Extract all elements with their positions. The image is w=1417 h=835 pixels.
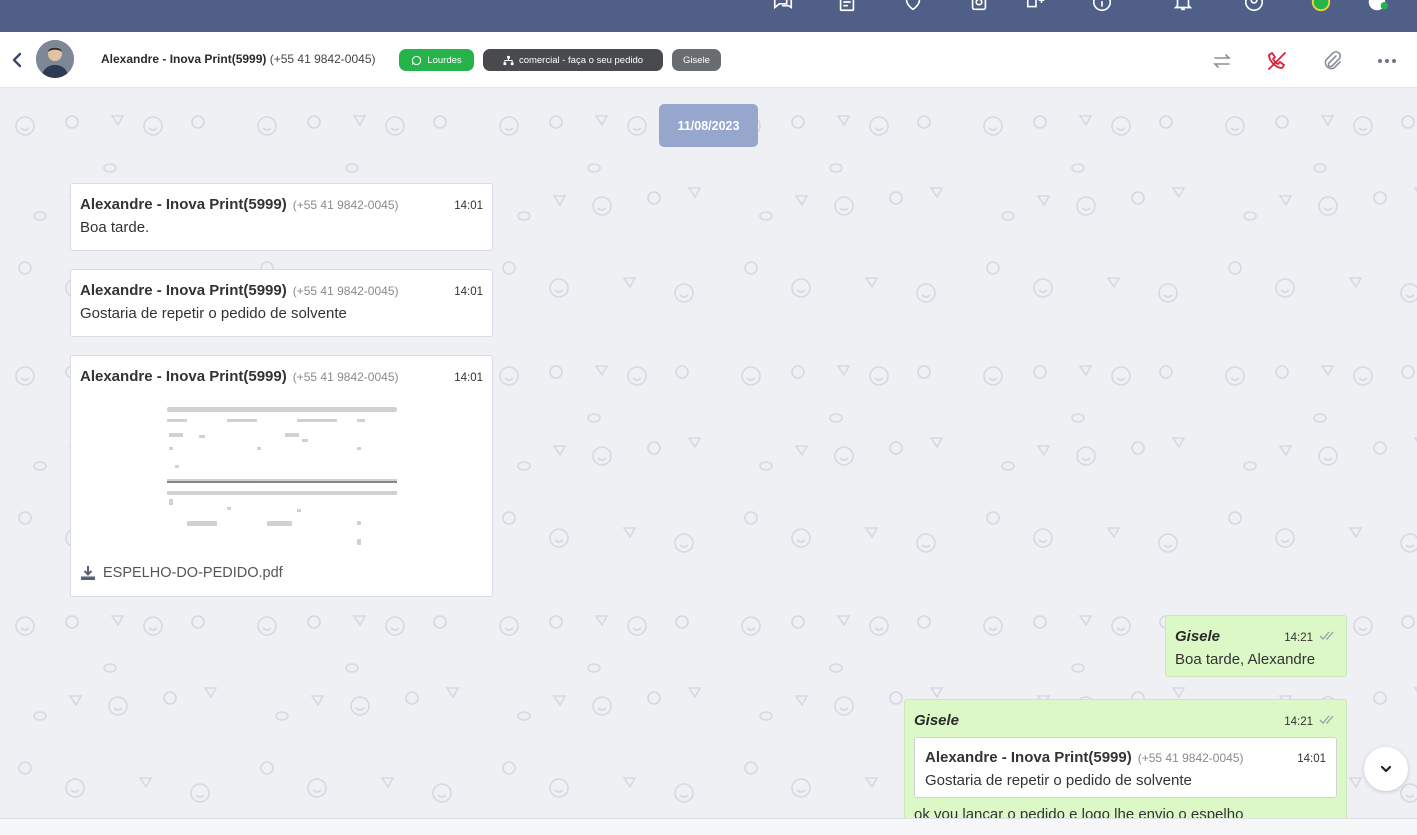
message-sender-phone: (+55 41 9842-0045)	[292, 284, 399, 298]
message-header: Alexandre - Inova Print(5999) (+55 41 98…	[80, 196, 483, 213]
department-badge[interactable]: comercial - faça o seu pedido	[483, 49, 663, 71]
message-sender: Alexandre - Inova Print(5999)	[80, 282, 287, 299]
quoted-time: 14:01	[1297, 753, 1326, 765]
add-widget-icon[interactable]	[1025, 0, 1047, 14]
department-label: comercial - faça o seu pedido	[518, 54, 644, 66]
message-text: Boa tarde, Alexandre	[1175, 651, 1316, 668]
contact-name-title: Alexandre - Inova Print(5999) (+55 41 98…	[101, 52, 375, 66]
scroll-to-bottom-button[interactable]	[1364, 747, 1408, 791]
share-icon[interactable]	[968, 0, 990, 14]
message-header: Alexandre - Inova Print(5999) (+55 41 98…	[80, 282, 483, 299]
chat-message-area[interactable]: 11/08/2023 Alexandre - Inova Print(5999)…	[0, 88, 1417, 818]
pdf-download-link[interactable]: ESPELHO-DO-PEDIDO.pdf	[80, 565, 483, 581]
top-navigation-bar	[0, 0, 1417, 32]
message-composer-strip[interactable]	[0, 818, 1417, 835]
contact-name: Alexandre - Inova Print(5999)	[101, 52, 267, 66]
message-text: Boa tarde.	[80, 219, 150, 236]
chevron-down-icon	[1380, 765, 1392, 773]
quoted-message[interactable]: Alexandre - Inova Print(5999) (+55 41 98…	[914, 737, 1337, 798]
attachment-paperclip-icon[interactable]	[1321, 50, 1343, 72]
quoted-message-header: Alexandre - Inova Print(5999) (+55 41 98…	[925, 749, 1326, 766]
message-time: 14:01	[454, 200, 483, 212]
contact-avatar[interactable]	[36, 40, 74, 78]
pdf-thumbnail-preview[interactable]	[166, 399, 397, 559]
message-sender: Alexandre - Inova Print(5999)	[80, 196, 287, 213]
back-arrow-icon[interactable]	[8, 50, 26, 70]
download-icon	[81, 566, 95, 580]
quoted-sender: Alexandre - Inova Print(5999)	[925, 749, 1132, 766]
status-online-icon[interactable]	[1310, 0, 1332, 14]
chat-header: Alexandre - Inova Print(5999) (+55 41 98…	[0, 32, 1417, 88]
pdf-file-name: ESPELHO-DO-PEDIDO.pdf	[103, 565, 283, 581]
whatsapp-connection-label: Lourdes	[427, 54, 462, 66]
message-time: 14:01	[454, 372, 483, 384]
message-time: 14:01	[454, 286, 483, 298]
whatsapp-connection-badge[interactable]: Lourdes	[399, 49, 474, 71]
message-header: Gisele 14:21	[1175, 628, 1337, 645]
whatsapp-icon	[412, 55, 422, 65]
message-header: Gisele 14:21	[914, 712, 1337, 729]
more-options-icon[interactable]	[1376, 50, 1398, 72]
info-icon[interactable]	[1091, 0, 1113, 14]
outgoing-message: Gisele 14:21 Boa tarde, Alexandre	[1165, 615, 1347, 677]
message-header: Alexandre - Inova Print(5999) (+55 41 98…	[80, 368, 483, 385]
message-sender: Gisele	[1175, 628, 1221, 645]
message-text: Gostaria de repetir o pedido de solvente	[80, 305, 347, 322]
incoming-file-message: Alexandre - Inova Print(5999) (+55 41 98…	[70, 355, 493, 597]
end-call-phone-icon[interactable]	[1266, 50, 1288, 72]
message-sender-phone: (+55 41 9842-0045)	[292, 370, 399, 384]
contact-phone: (+55 41 9842-0045)	[269, 52, 376, 66]
chat-bubbles-icon[interactable]	[772, 0, 794, 14]
agent-label: Gisele	[683, 54, 710, 66]
bell-icon[interactable]	[1172, 0, 1194, 14]
message-time: 14:21	[1284, 632, 1313, 644]
user-profile-icon[interactable]	[1243, 0, 1265, 14]
double-check-icon	[1319, 631, 1334, 640]
message-time: 14:21	[1284, 716, 1313, 728]
quoted-text: Gostaria de repetir o pedido de solvente	[925, 772, 1192, 789]
message-sender: Gisele	[914, 712, 960, 729]
transfer-arrows-icon[interactable]	[1211, 50, 1233, 72]
heart-icon[interactable]	[902, 0, 924, 14]
quoted-sender-phone: (+55 41 9842-0045)	[1137, 751, 1244, 765]
date-separator: 11/08/2023	[659, 104, 758, 147]
incoming-message: Alexandre - Inova Print(5999) (+55 41 98…	[70, 269, 493, 337]
sitemap-icon	[503, 55, 514, 65]
double-check-icon	[1319, 715, 1334, 724]
message-sender-phone: (+55 41 9842-0045)	[292, 198, 399, 212]
message-sender: Alexandre - Inova Print(5999)	[80, 368, 287, 385]
agent-badge[interactable]: Gisele	[672, 49, 721, 71]
document-icon[interactable]	[836, 0, 858, 14]
outgoing-reply-message: Gisele 14:21 Alexandre - Inova Print(599…	[904, 699, 1347, 818]
message-text: ok vou lançar o pedido e logo lhe envio …	[914, 806, 1244, 818]
user-avatar-icon[interactable]	[1366, 0, 1388, 14]
incoming-message: Alexandre - Inova Print(5999) (+55 41 98…	[70, 183, 493, 251]
